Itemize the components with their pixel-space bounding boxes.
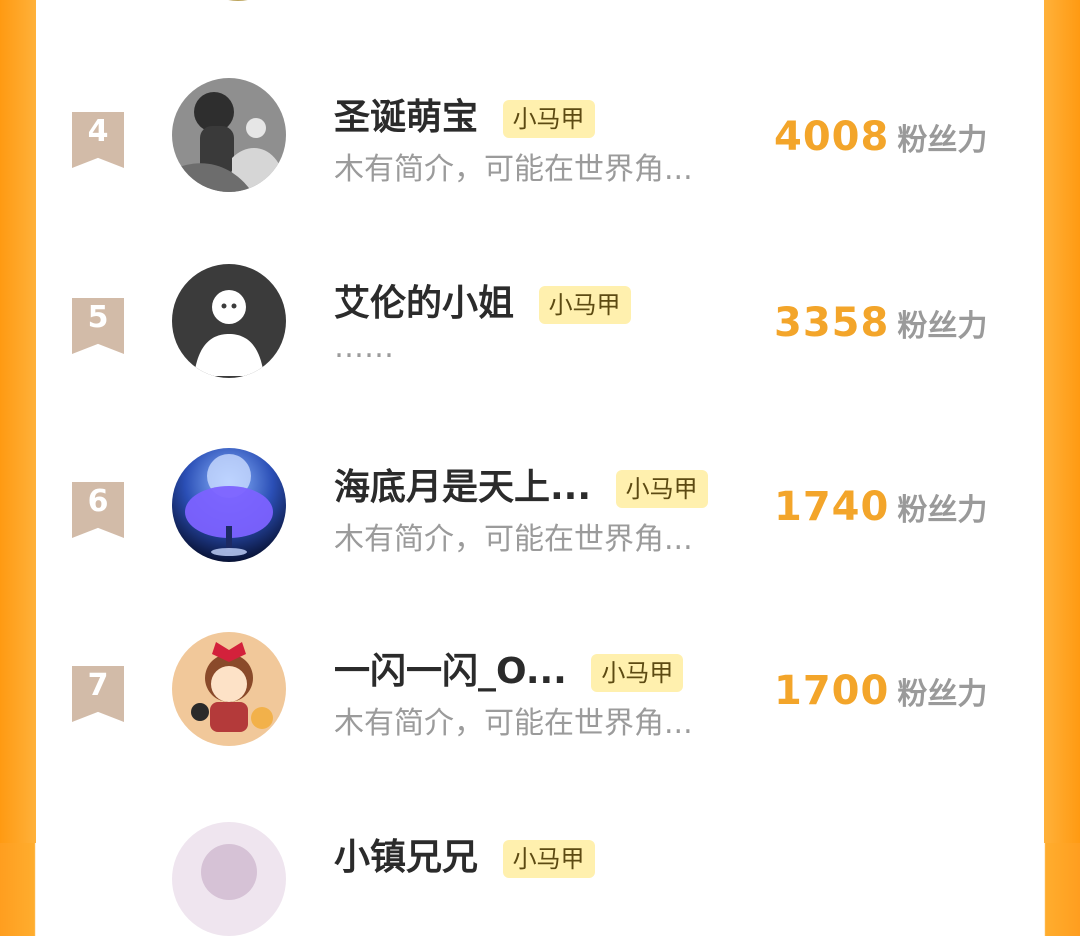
user-bio: 木有简介，可能在世界角... (334, 152, 693, 187)
user-name[interactable]: 圣诞萌宝 小马甲 (334, 88, 595, 140)
rank-number: 6 (87, 484, 109, 519)
avatar[interactable] (172, 822, 286, 936)
rank-number: 5 (87, 300, 109, 335)
avatar-image (172, 632, 286, 746)
avatar[interactable] (172, 632, 286, 746)
rank-ribbon-icon: 7 (72, 666, 124, 722)
avatar-image (172, 448, 286, 562)
avatar[interactable] (172, 264, 286, 378)
list-item[interactable]: 小镇兄兄 小马甲 (0, 812, 1080, 936)
user-name-text[interactable]: 圣诞萌宝 (334, 97, 478, 138)
fans-unit: 粉丝力 (897, 493, 988, 528)
user-bio: 木有简介，可能在世界角... (334, 522, 693, 557)
fans-score: 4008 粉丝力 (774, 114, 987, 160)
user-name-text[interactable]: 海底月是天上... (334, 467, 591, 508)
list-item[interactable]: 6 海底月是天上... 小马甲 木有简介，可能在世界角... 1740 粉丝力 (0, 448, 1080, 588)
avatar[interactable] (172, 448, 286, 562)
avatar-image (172, 822, 286, 936)
rank-ribbon-icon: 6 (72, 482, 124, 538)
fans-unit: 粉丝力 (897, 677, 988, 712)
fans-score: 3358 粉丝力 (774, 300, 987, 346)
rank-number: 4 (87, 114, 109, 149)
user-name-text[interactable]: 小镇兄兄 (334, 837, 478, 878)
user-name[interactable]: 小镇兄兄 小马甲 (334, 828, 595, 880)
vest-badge: 小马甲 (591, 654, 684, 692)
fans-number: 1740 (774, 484, 890, 530)
user-bio: 木有简介，可能在世界角... (334, 706, 693, 741)
avatar[interactable] (172, 78, 286, 192)
default-avatar-icon (172, 264, 286, 378)
vest-badge: 小马甲 (502, 100, 595, 138)
user-name-text[interactable]: 一闪一闪_O... (334, 651, 567, 692)
fans-number: 4008 (774, 114, 890, 160)
fans-unit: 粉丝力 (897, 309, 988, 344)
fans-unit: 粉丝力 (897, 123, 988, 158)
user-bio: …… (334, 330, 394, 365)
fans-number: 3358 (774, 300, 890, 346)
fans-number: 1700 (774, 668, 890, 714)
list-item[interactable]: 5 艾伦的小姐 小马甲 …… 3358 粉丝力 (0, 264, 1080, 404)
user-name-text[interactable]: 艾伦的小姐 (334, 283, 514, 324)
rank-number: 7 (87, 668, 109, 703)
fans-score: 1740 粉丝力 (774, 484, 987, 530)
user-name[interactable]: 海底月是天上... 小马甲 (334, 458, 708, 510)
vest-badge: 小马甲 (615, 470, 708, 508)
rank-ribbon-icon: 5 (72, 298, 124, 354)
vest-badge: 小马甲 (538, 286, 631, 324)
fans-score: 1700 粉丝力 (774, 668, 987, 714)
user-name[interactable]: 一闪一闪_O... 小马甲 (334, 642, 684, 694)
avatar-image (172, 78, 286, 192)
list-item[interactable]: 7 一闪一闪_O... 小马甲 木有简介，可能在世界角... 1700 粉丝力 (0, 632, 1080, 772)
list-item[interactable]: 4 圣诞萌宝 小马甲 木有简介，可能在世界角... 4008 粉丝力 (0, 78, 1080, 218)
rank-ribbon-icon: 4 (72, 112, 124, 168)
user-name[interactable]: 艾伦的小姐 小马甲 (334, 274, 631, 326)
vest-badge: 小马甲 (502, 840, 595, 878)
